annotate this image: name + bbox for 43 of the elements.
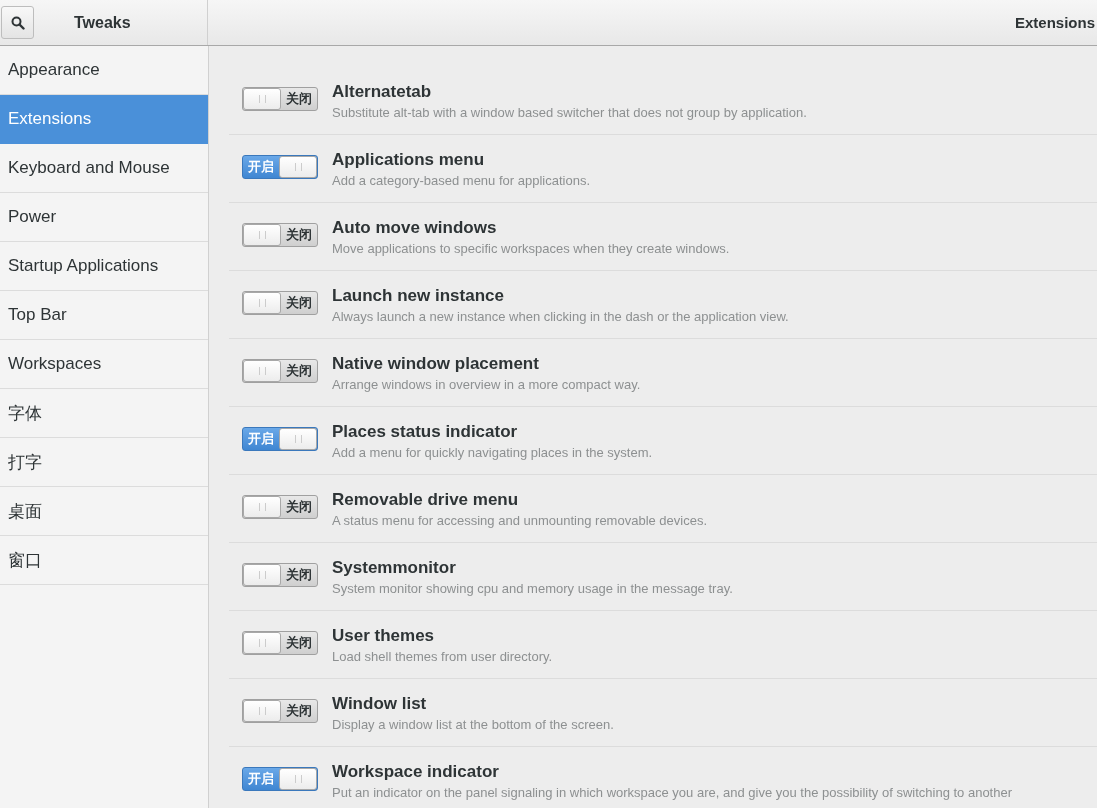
extension-description: Display a window list at the bottom of the screen.	[332, 716, 614, 732]
extension-name: Alternatetab	[332, 81, 433, 102]
extension-name: User themes	[332, 625, 436, 646]
toggle-switch[interactable]: 关闭	[242, 86, 318, 111]
sidebar-item[interactable]: 窗口	[0, 536, 208, 585]
extension-description: Move applications to specific workspaces when they create windows.	[332, 240, 730, 256]
extension-description: A status menu for accessing and unmounting removable devices.	[332, 512, 708, 528]
extension-description: Arrange windows in overview in a more compact way.	[332, 376, 641, 392]
extension-name: Workspace indicator	[332, 761, 500, 782]
extension-name: Native window placement	[332, 353, 540, 374]
toggle-switch[interactable]: 关闭	[242, 630, 318, 655]
app-title: Tweaks	[74, 13, 131, 32]
sidebar-item[interactable]: 桌面	[0, 487, 208, 536]
sidebar-item[interactable]: Keyboard and Mouse	[0, 144, 208, 193]
extension-name: Auto move windows	[332, 217, 498, 238]
toggle-switch[interactable]: 关闭	[242, 562, 318, 587]
extension-description: Put an indicator on the panel signaling in which workspace you are, and give you the possibility of switching to another	[332, 784, 1013, 800]
toggle-switch[interactable]: 关闭	[242, 698, 318, 723]
extension-description: Substitute alt-tab with a window based switcher that does not group by application.	[332, 104, 807, 120]
extension-name: Places status indicator	[332, 421, 519, 442]
extension-description: Always launch a new instance when clicking in the dash or the application view.	[332, 308, 789, 324]
extension-description: Add a menu for quickly navigating places in the system.	[332, 444, 653, 460]
sidebar-item[interactable]: 字体	[0, 389, 208, 438]
extension-name: Window list	[332, 693, 428, 714]
extension-name: Systemmonitor	[332, 557, 457, 578]
search-button[interactable]	[1, 6, 34, 39]
sidebar-item[interactable]: Workspaces	[0, 340, 208, 389]
extension-description: Load shell themes from user directory.	[332, 648, 553, 664]
extension-name: Removable drive menu	[332, 489, 520, 510]
toggle-switch[interactable]: 关闭	[242, 494, 318, 519]
toggle-switch[interactable]: 关闭	[242, 358, 318, 383]
sidebar-item[interactable]: 打字	[0, 438, 208, 487]
extension-description: Add a category-based menu for applications.	[332, 172, 590, 188]
sidebar-item[interactable]: Top Bar	[0, 291, 208, 340]
sidebar-item[interactable]: Power	[0, 193, 208, 242]
sidebar-item[interactable]: Startup Applications	[0, 242, 208, 291]
search-icon	[10, 15, 25, 30]
page-title: Extensions	[1014, 14, 1095, 31]
extension-description: System monitor showing cpu and memory usage in the message tray.	[332, 580, 733, 596]
toggle-switch[interactable]: 关闭	[242, 222, 318, 247]
extension-name: Launch new instance	[332, 285, 505, 306]
toggle-switch[interactable]: 关闭	[242, 290, 318, 315]
extension-name: Applications menu	[332, 149, 486, 170]
